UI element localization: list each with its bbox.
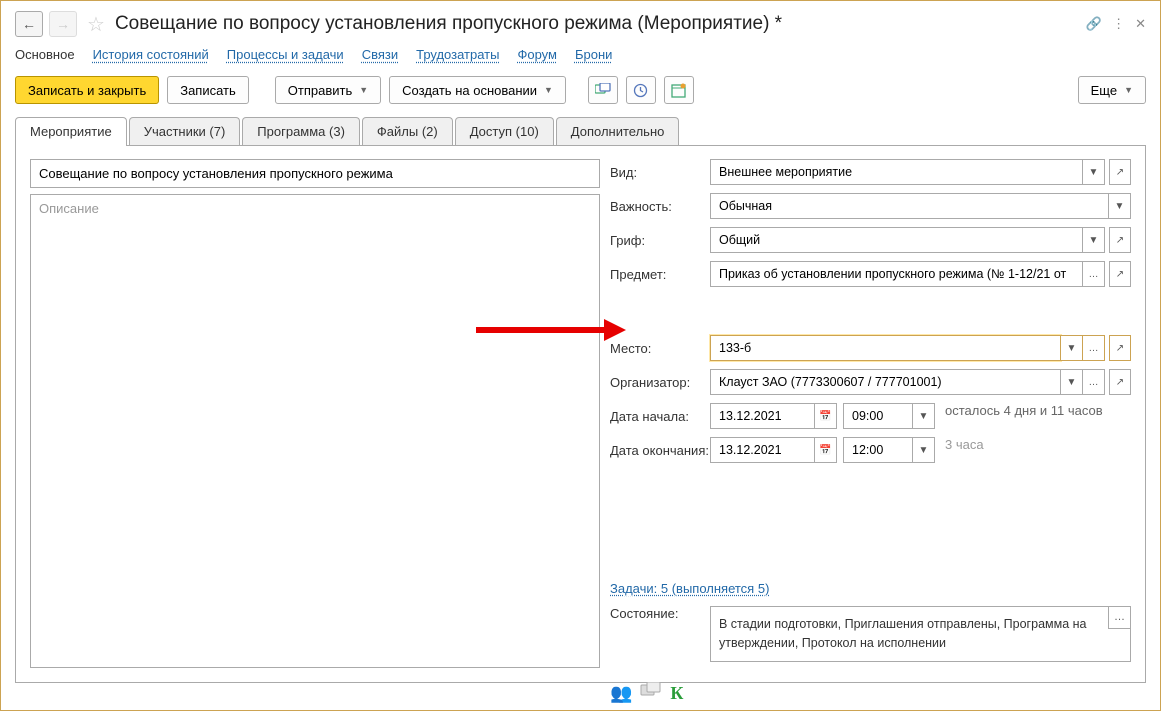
type-open[interactable]: ↗ xyxy=(1109,159,1131,185)
grif-dropdown[interactable]: ▼ xyxy=(1083,227,1105,253)
subject-more[interactable]: … xyxy=(1083,261,1105,287)
discuss-button[interactable] xyxy=(588,76,618,104)
nav-links[interactable]: Связи xyxy=(362,47,398,62)
place-open[interactable]: ↗ xyxy=(1109,335,1131,361)
end-date-input[interactable] xyxy=(710,437,815,463)
chat-icon[interactable] xyxy=(640,682,662,705)
end-label: Дата окончания: xyxy=(610,443,710,458)
save-button[interactable]: Записать xyxy=(167,76,249,104)
chevron-down-icon: ▼ xyxy=(1124,85,1133,95)
organizer-input[interactable] xyxy=(710,369,1061,395)
back-button[interactable]: ← xyxy=(15,11,43,37)
state-more-button[interactable]: … xyxy=(1108,607,1130,629)
state-box: В стадии подготовки, Приглашения отправл… xyxy=(710,606,1131,662)
tabs: Мероприятие Участники (7) Программа (3) … xyxy=(15,117,1146,146)
type-label: Вид: xyxy=(610,165,710,180)
organizer-more[interactable]: … xyxy=(1083,369,1105,395)
subject-open[interactable]: ↗ xyxy=(1109,261,1131,287)
start-time-dropdown[interactable]: ▼ xyxy=(913,403,935,429)
importance-label: Важность: xyxy=(610,199,710,214)
nav-history[interactable]: История состояний xyxy=(93,47,209,62)
name-input[interactable] xyxy=(30,159,600,188)
start-label: Дата начала: xyxy=(610,409,710,424)
titlebar: ← → ☆ Совещание по вопросу установления … xyxy=(15,11,1146,37)
subject-input[interactable] xyxy=(710,261,1083,287)
content-panel: Описание Вид: ▼ ↗ Важность: ▼ Гриф: xyxy=(15,145,1146,683)
send-button[interactable]: Отправить ▼ xyxy=(275,76,381,104)
state-label: Состояние: xyxy=(610,606,710,621)
importance-input[interactable] xyxy=(710,193,1109,219)
place-label: Место: xyxy=(610,341,710,356)
create-based-button[interactable]: Создать на основании ▼ xyxy=(389,76,566,104)
k-icon[interactable]: К xyxy=(670,683,683,704)
end-date-picker[interactable]: 📅 xyxy=(815,437,837,463)
nav-processes[interactable]: Процессы и задачи xyxy=(227,47,344,62)
start-date-input[interactable] xyxy=(710,403,815,429)
forward-button: → xyxy=(49,11,77,37)
more-label: Еще xyxy=(1091,83,1117,98)
tasks-link[interactable]: Задачи: 5 (выполняется 5) xyxy=(610,581,769,596)
nav-labor[interactable]: Трудозатраты xyxy=(416,47,499,62)
toolbar: Записать и закрыть Записать Отправить ▼ С… xyxy=(15,76,1146,104)
importance-dropdown[interactable]: ▼ xyxy=(1109,193,1131,219)
bottom-icons: 👥 К xyxy=(610,682,1131,705)
tab-files[interactable]: Файлы (2) xyxy=(362,117,453,145)
close-icon[interactable]: ✕ xyxy=(1135,16,1146,32)
menu-icon[interactable]: ⋮ xyxy=(1112,16,1125,32)
link-icon[interactable]: 🔗 xyxy=(1086,16,1102,32)
tab-event[interactable]: Мероприятие xyxy=(15,117,127,145)
tab-access[interactable]: Доступ (10) xyxy=(455,117,554,145)
tab-program[interactable]: Программа (3) xyxy=(242,117,360,145)
description-textarea[interactable]: Описание xyxy=(30,194,600,668)
place-more[interactable]: … xyxy=(1083,335,1105,361)
grif-open[interactable]: ↗ xyxy=(1109,227,1131,253)
create-based-label: Создать на основании xyxy=(402,83,537,98)
organizer-open[interactable]: ↗ xyxy=(1109,369,1131,395)
place-input[interactable] xyxy=(710,335,1061,361)
type-input[interactable] xyxy=(710,159,1083,185)
tab-additional[interactable]: Дополнительно xyxy=(556,117,680,145)
start-note: осталось 4 дня и 11 часов xyxy=(945,403,1103,429)
calendar-button[interactable] xyxy=(664,76,694,104)
organizer-label: Организатор: xyxy=(610,375,710,390)
grif-input[interactable] xyxy=(710,227,1083,253)
place-dropdown[interactable]: ▼ xyxy=(1061,335,1083,361)
send-label: Отправить xyxy=(288,83,352,98)
chevron-down-icon: ▼ xyxy=(544,85,553,95)
subject-label: Предмет: xyxy=(610,267,710,282)
end-time-input[interactable] xyxy=(843,437,913,463)
state-value: В стадии подготовки, Приглашения отправл… xyxy=(719,617,1087,650)
chevron-down-icon: ▼ xyxy=(359,85,368,95)
end-note: 3 часа xyxy=(945,437,984,463)
page-title: Совещание по вопросу установления пропус… xyxy=(115,13,1080,35)
section-nav: Основное История состояний Процессы и за… xyxy=(15,47,1146,62)
start-time-input[interactable] xyxy=(843,403,913,429)
organizer-dropdown[interactable]: ▼ xyxy=(1061,369,1083,395)
nav-bookings[interactable]: Брони xyxy=(575,47,612,62)
end-time-dropdown[interactable]: ▼ xyxy=(913,437,935,463)
nav-main[interactable]: Основное xyxy=(15,47,75,62)
type-dropdown[interactable]: ▼ xyxy=(1083,159,1105,185)
favorite-icon[interactable]: ☆ xyxy=(87,12,105,37)
start-date-picker[interactable]: 📅 xyxy=(815,403,837,429)
grif-label: Гриф: xyxy=(610,233,710,248)
more-button[interactable]: Еще ▼ xyxy=(1078,76,1146,104)
tab-participants[interactable]: Участники (7) xyxy=(129,117,241,145)
nav-forum[interactable]: Форум xyxy=(517,47,557,62)
clock-button[interactable] xyxy=(626,76,656,104)
save-close-button[interactable]: Записать и закрыть xyxy=(15,76,159,104)
people-icon[interactable]: 👥 xyxy=(610,683,632,704)
